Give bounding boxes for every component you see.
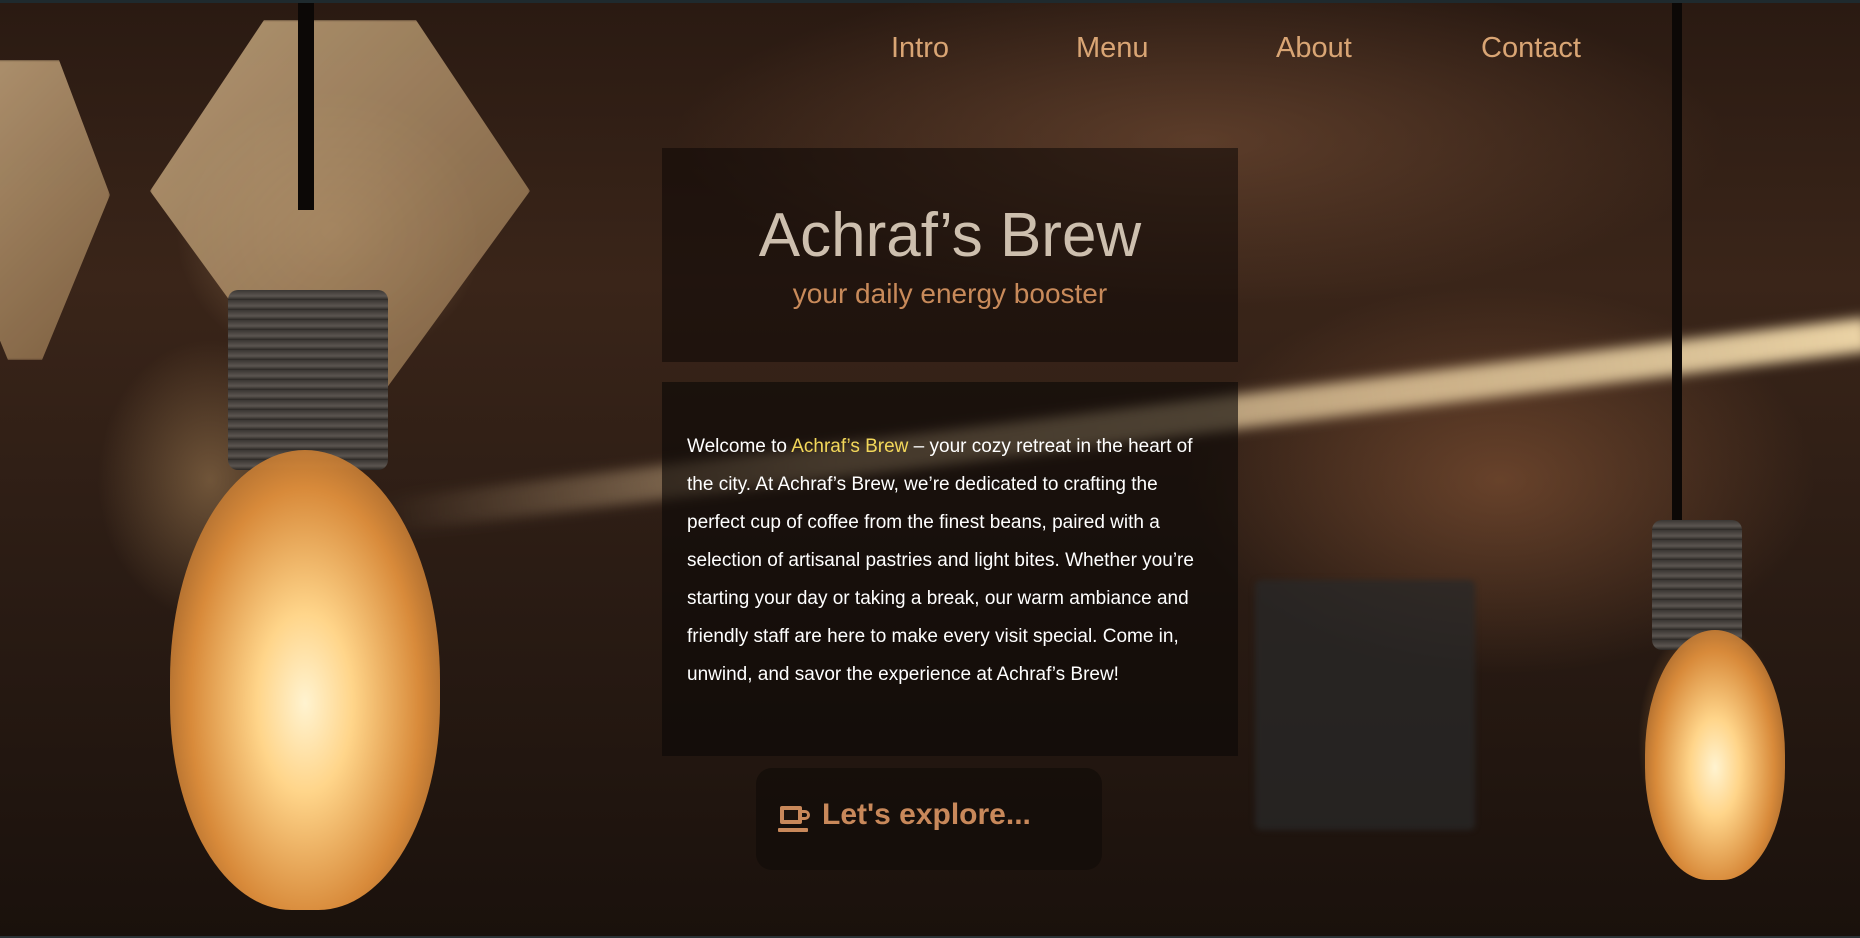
lamp-socket-right (1652, 520, 1742, 650)
explore-button-label: Let's explore... (822, 798, 1031, 831)
explore-button[interactable]: Let's explore... (756, 768, 1102, 870)
welcome-body: – your cozy retreat in the heart of the … (687, 436, 1194, 685)
nav-link-about[interactable]: About (1276, 32, 1352, 65)
site-title: Achraf’s Brew (758, 201, 1142, 270)
nav-link-menu[interactable]: Menu (1076, 32, 1149, 65)
welcome-panel: Welcome to Achraf’s Brew – your cozy ret… (662, 382, 1238, 756)
welcome-brand-highlight: Achraf’s Brew (791, 436, 909, 457)
top-edge (0, 0, 1860, 3)
lamp-cord-right (1672, 0, 1682, 520)
nav-link-contact[interactable]: Contact (1481, 32, 1581, 65)
main-nav: Intro Menu About Contact (0, 28, 1860, 78)
lightbulb-right (1645, 630, 1785, 880)
welcome-text: Welcome to Achraf’s Brew – your cozy ret… (687, 428, 1215, 694)
site-tagline: your daily energy booster (792, 278, 1108, 309)
lightbulb-left (170, 450, 440, 910)
background-chalkboard (1255, 580, 1475, 830)
coffee-cup-icon (778, 806, 810, 832)
lamp-socket-left (228, 290, 388, 470)
hero-panel: Achraf’s Brew your daily energy booster (662, 148, 1238, 362)
nav-link-intro[interactable]: Intro (891, 32, 949, 65)
welcome-prefix: Welcome to (687, 436, 792, 457)
